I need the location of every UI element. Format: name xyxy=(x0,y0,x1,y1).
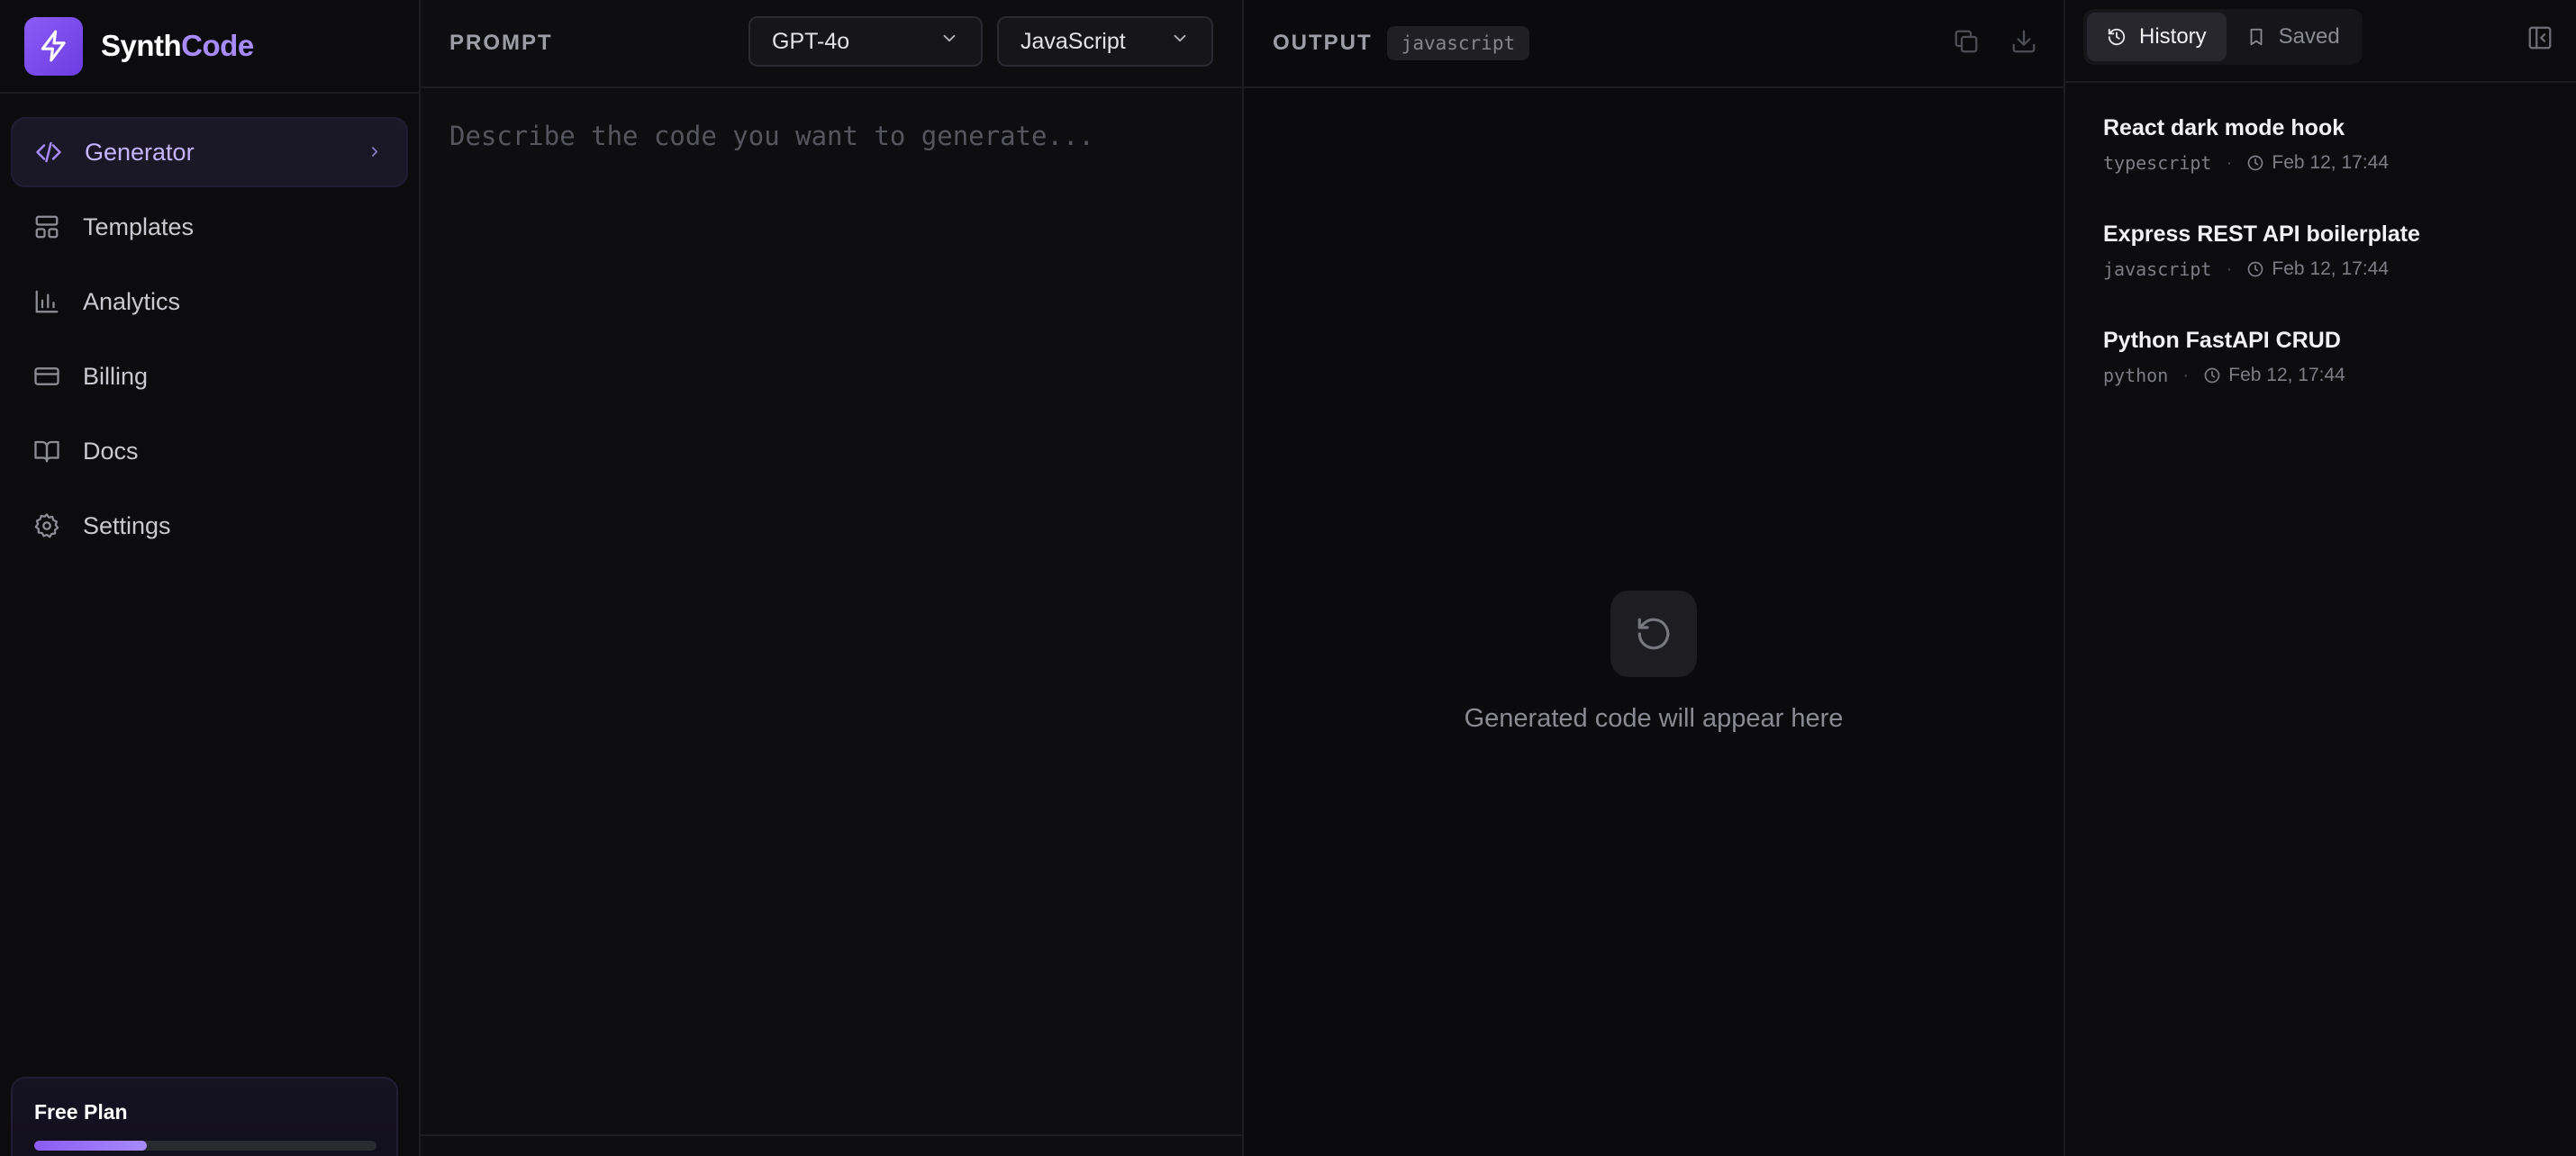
copy-icon[interactable] xyxy=(1950,25,1982,58)
plan-title: Free Plan xyxy=(34,1100,128,1124)
clock-icon xyxy=(2246,154,2264,172)
output-panel: OUTPUT javascript Generated code will ap… xyxy=(1244,0,2065,1156)
brand-name-part2: Code xyxy=(181,29,254,62)
sidebar-item-label: Billing xyxy=(83,362,149,390)
sidebar-item-generator[interactable]: Generator xyxy=(11,117,408,187)
brand-name: SynthCode xyxy=(101,29,254,63)
tab-saved[interactable]: Saved xyxy=(2227,13,2360,61)
refresh-icon xyxy=(1610,591,1697,677)
history-item-title: React dark mode hook xyxy=(2103,115,2345,140)
language-select-value: JavaScript xyxy=(1020,28,1126,54)
sidebar-item-label: Settings xyxy=(83,511,171,539)
credit-card-icon xyxy=(32,362,61,391)
history-item-language: javascript xyxy=(2103,258,2212,280)
output-language-badge: javascript xyxy=(1386,26,1530,60)
code-icon xyxy=(34,138,63,167)
prompt-panel: PROMPT GPT-4o JavaScript Describe the co… xyxy=(421,0,1244,1156)
book-icon xyxy=(32,437,61,465)
brand: SynthCode xyxy=(0,0,419,94)
chevron-down-icon xyxy=(1170,29,1190,55)
history-panel: History Saved React dark mode hook types… xyxy=(2065,0,2576,1156)
sidebar-item-billing[interactable]: Billing xyxy=(11,341,408,411)
plan-card[interactable]: Free Plan xyxy=(11,1077,398,1156)
separator-dot: · xyxy=(2226,258,2233,279)
chevron-right-icon xyxy=(367,139,383,167)
history-header: History Saved xyxy=(2065,0,2576,83)
sidebar-item-label: Docs xyxy=(83,437,139,465)
sidebar-item-label: Analytics xyxy=(83,287,181,315)
prompt-input[interactable]: Describe the code you want to generate..… xyxy=(449,121,1213,151)
sidebar-item-label: Generator xyxy=(85,138,195,166)
history-tabs: History Saved xyxy=(2083,9,2363,65)
list-item[interactable]: Python FastAPI CRUD python · Feb 12, 17:… xyxy=(2103,328,2576,434)
clock-icon xyxy=(2246,260,2264,278)
app-root: SynthCode Generator Templates Analytics … xyxy=(0,0,2576,1156)
history-item-title: Python FastAPI CRUD xyxy=(2103,328,2341,353)
history-item-meta: javascript · Feb 12, 17:44 xyxy=(2103,258,2576,280)
prompt-label: PROMPT xyxy=(449,31,553,55)
sidebar-item-label: Templates xyxy=(83,212,195,240)
gear-icon xyxy=(32,511,61,540)
language-select[interactable]: JavaScript xyxy=(997,16,1213,67)
bookmark-icon xyxy=(2246,27,2266,47)
model-select-value: GPT-4o xyxy=(772,28,850,54)
plan-usage-fill xyxy=(34,1141,148,1151)
output-empty-text: Generated code will appear here xyxy=(1464,704,1844,733)
list-item[interactable]: Express REST API boilerplate javascript … xyxy=(2103,221,2576,328)
history-item-meta: python · Feb 12, 17:44 xyxy=(2103,365,2576,386)
layout-icon xyxy=(32,212,61,241)
collapse-panel-icon[interactable] xyxy=(2524,22,2556,54)
clock-icon xyxy=(2203,366,2221,384)
bar-chart-icon xyxy=(32,287,61,316)
separator-dot: · xyxy=(2226,152,2233,173)
tab-label: Saved xyxy=(2278,24,2340,49)
prompt-header: PROMPT GPT-4o JavaScript xyxy=(421,0,1242,88)
history-item-language: typescript xyxy=(2103,152,2212,174)
tab-history[interactable]: History xyxy=(2087,13,2227,61)
history-icon xyxy=(2107,27,2127,47)
sidebar: SynthCode Generator Templates Analytics … xyxy=(0,0,421,1156)
sidebar-item-analytics[interactable]: Analytics xyxy=(11,266,408,337)
output-label: OUTPUT xyxy=(1273,31,1373,55)
history-list: React dark mode hook typescript · Feb 12… xyxy=(2065,83,2576,434)
history-item-language: python xyxy=(2103,365,2169,386)
separator-dot: · xyxy=(2182,365,2190,385)
sidebar-item-settings[interactable]: Settings xyxy=(11,491,408,561)
history-item-time: Feb 12, 17:44 xyxy=(2272,258,2390,279)
sidebar-item-templates[interactable]: Templates xyxy=(11,192,408,262)
sidebar-nav: Generator Templates Analytics Billing Do… xyxy=(0,94,419,561)
sidebar-item-docs[interactable]: Docs xyxy=(11,416,408,486)
logo-icon[interactable] xyxy=(24,16,83,76)
list-item[interactable]: React dark mode hook typescript · Feb 12… xyxy=(2103,115,2576,221)
history-item-title: Express REST API boilerplate xyxy=(2103,221,2420,247)
history-item-meta: typescript · Feb 12, 17:44 xyxy=(2103,152,2576,174)
output-empty-state: Generated code will appear here xyxy=(1244,591,2064,734)
chevron-down-icon xyxy=(939,29,959,55)
plan-usage-bar xyxy=(34,1141,376,1151)
output-header: OUTPUT javascript xyxy=(1244,0,2064,88)
prompt-footer-divider xyxy=(421,1134,1242,1136)
model-select[interactable]: GPT-4o xyxy=(748,16,983,67)
brand-name-part1: Synth xyxy=(101,29,182,62)
tab-label: History xyxy=(2139,24,2207,49)
history-item-time: Feb 12, 17:44 xyxy=(2272,152,2390,173)
download-icon[interactable] xyxy=(2008,25,2040,58)
history-item-time: Feb 12, 17:44 xyxy=(2228,365,2345,385)
